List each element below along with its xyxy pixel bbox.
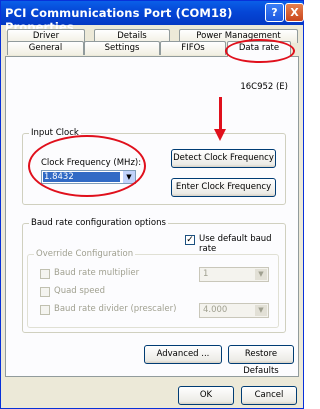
annotation-arrow-shaft <box>219 97 222 131</box>
baud-divider-value: 4.000 <box>203 305 228 315</box>
chevron-down-icon: ▼ <box>255 269 267 280</box>
clock-frequency-field[interactable]: 1.8432 ▼ <box>41 170 136 184</box>
close-button[interactable]: X <box>285 3 304 22</box>
input-clock-group: Input Clock Clock Frequency (MHz): 1.843… <box>22 128 286 205</box>
cancel-button[interactable]: Cancel <box>241 386 297 405</box>
use-default-baud-label: Use default baud rate <box>199 234 272 254</box>
detect-clock-frequency-button[interactable]: Detect Clock Frequency <box>171 149 276 168</box>
tab-fifos[interactable]: FIFOs <box>160 41 226 55</box>
baud-multiplier-select[interactable]: 1 ▼ <box>199 267 269 282</box>
ok-button[interactable]: OK <box>178 386 234 405</box>
annotation-arrow-head <box>214 129 226 141</box>
quad-speed-label: Quad speed <box>54 286 106 296</box>
enter-clock-frequency-button[interactable]: Enter Clock Frequency <box>171 178 276 197</box>
help-button[interactable]: ? <box>265 3 284 22</box>
baud-multiplier-value: 1 <box>203 269 209 279</box>
baud-rate-options-label: Baud rate configuration options <box>29 218 168 228</box>
quad-speed-checkbox[interactable] <box>40 287 50 297</box>
clock-frequency-label: Clock Frequency (MHz): <box>41 158 142 168</box>
baud-divider-checkbox[interactable] <box>40 305 50 315</box>
baud-divider-select[interactable]: 4.000 ▼ <box>199 303 269 318</box>
input-clock-label: Input Clock <box>29 128 81 138</box>
override-configuration-group: Override Configuration Baud rate multipl… <box>27 249 279 328</box>
tab-data-rate[interactable]: Data rate <box>227 41 291 57</box>
clock-frequency-value: 1.8432 <box>43 172 120 182</box>
chevron-down-icon: ▼ <box>255 305 267 316</box>
chevron-down-icon[interactable]: ▼ <box>123 171 135 183</box>
tab-panel: 16C952 (E) Input Clock Clock Frequency (… <box>5 56 299 377</box>
baud-multiplier-checkbox[interactable] <box>40 269 50 279</box>
restore-defaults-button[interactable]: Restore Defaults <box>228 345 294 376</box>
baud-multiplier-label: Baud rate multiplier <box>54 268 140 278</box>
tab-settings[interactable]: Settings <box>84 41 160 55</box>
use-default-baud-checkbox[interactable]: ✓ <box>185 235 195 245</box>
baud-rate-group: Baud rate configuration options ✓ Use de… <box>22 218 286 333</box>
advanced-button[interactable]: Advanced ... <box>144 345 222 364</box>
device-model: 16C952 (E) <box>240 82 288 92</box>
tab-general[interactable]: General <box>7 41 84 55</box>
title-bar[interactable]: PCI Communications Port (COM18) Properti… <box>1 1 304 34</box>
override-configuration-label: Override Configuration <box>34 249 136 259</box>
properties-window: PCI Communications Port (COM18) Properti… <box>0 0 304 409</box>
baud-divider-label: Baud rate divider (prescaler) <box>54 304 177 314</box>
